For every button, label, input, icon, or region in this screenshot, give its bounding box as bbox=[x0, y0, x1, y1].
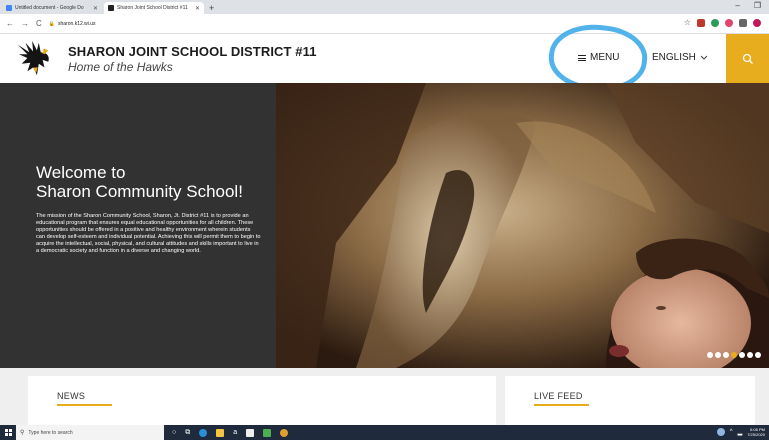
news-underline bbox=[57, 404, 112, 406]
extensions-puzzle-icon[interactable] bbox=[739, 19, 747, 27]
language-label: ENGLISH bbox=[652, 52, 696, 63]
language-selector[interactable]: ENGLISH bbox=[652, 52, 708, 63]
url-field[interactable]: 🔒 sharon.k12.wi.us bbox=[49, 21, 96, 27]
restore-icon[interactable]: ❐ bbox=[754, 1, 761, 10]
browser-address-bar: ← → C 🔒 sharon.k12.wi.us ☆ bbox=[0, 14, 769, 34]
hero-title: Welcome to Sharon Community School! bbox=[36, 163, 266, 201]
hawk-logo-icon[interactable] bbox=[16, 39, 54, 77]
live-feed-title[interactable]: LIVE FEED bbox=[534, 391, 583, 401]
live-feed-card: LIVE FEED bbox=[505, 376, 755, 425]
network-icon[interactable]: ▂ bbox=[738, 429, 743, 436]
extension-icon-pink[interactable] bbox=[725, 19, 733, 27]
carousel-dot[interactable] bbox=[747, 352, 753, 358]
cortana-icon[interactable]: ○ bbox=[172, 429, 176, 436]
extension-icon-red[interactable] bbox=[697, 19, 705, 27]
carousel-dot[interactable] bbox=[715, 352, 721, 358]
weather-icon[interactable] bbox=[716, 428, 725, 436]
content-sections: NEWS LIVE FEED bbox=[0, 368, 769, 425]
carousel-dot[interactable] bbox=[739, 352, 745, 358]
browser-tab-sharon[interactable]: Sharon Joint School District #11 ✕ bbox=[104, 2, 204, 14]
edge-icon[interactable] bbox=[199, 428, 208, 437]
clock-date: 7/25/2020 bbox=[747, 432, 765, 437]
close-tab-icon[interactable]: ✕ bbox=[93, 5, 98, 12]
taskbar-apps: ○ ⧉ a bbox=[172, 428, 289, 437]
hero-banner: Welcome to Sharon Community School! The … bbox=[0, 83, 769, 368]
search-button[interactable] bbox=[726, 34, 769, 83]
carousel-dot[interactable] bbox=[723, 352, 729, 358]
taskbar-search-placeholder: Type here to search bbox=[28, 429, 73, 436]
clock[interactable]: 6:08 PM 7/25/2020 bbox=[747, 427, 765, 437]
cave-photo-illustration bbox=[276, 83, 769, 368]
hero-cave-photo bbox=[276, 83, 769, 368]
store-icon[interactable] bbox=[246, 428, 255, 437]
hero-title-line1: Welcome to bbox=[36, 163, 126, 182]
profile-avatar-icon[interactable] bbox=[753, 19, 761, 27]
bookmark-star-icon[interactable]: ☆ bbox=[684, 19, 691, 27]
minimize-icon[interactable]: – bbox=[735, 1, 739, 10]
carousel-dot-active[interactable] bbox=[731, 352, 737, 358]
hero-title-line2: Sharon Community School! bbox=[36, 182, 243, 201]
chrome-icon[interactable] bbox=[280, 428, 289, 437]
carousel-dot[interactable] bbox=[755, 352, 761, 358]
site-header: SHARON JOINT SCHOOL DISTRICT #11 Home of… bbox=[0, 34, 769, 83]
task-view-icon[interactable]: ⧉ bbox=[185, 429, 190, 437]
photos-icon[interactable] bbox=[263, 428, 272, 437]
hawk-favicon-icon bbox=[108, 5, 114, 11]
tray-chevron-icon[interactable]: ^ bbox=[730, 429, 733, 435]
google-docs-icon bbox=[6, 5, 12, 11]
reload-icon[interactable]: C bbox=[36, 19, 42, 28]
taskbar-search[interactable]: ⚲ Type here to search bbox=[16, 425, 164, 440]
forward-icon[interactable]: → bbox=[21, 19, 29, 28]
extension-icon-green[interactable] bbox=[711, 19, 719, 27]
new-tab-button[interactable]: + bbox=[209, 2, 214, 14]
mission-statement: The mission of the Sharon Community Scho… bbox=[36, 213, 261, 254]
tab-title: Sharon Joint School District #11 bbox=[117, 5, 188, 11]
search-icon: ⚲ bbox=[20, 430, 25, 436]
file-explorer-icon[interactable] bbox=[216, 428, 225, 437]
news-card: NEWS bbox=[28, 376, 496, 425]
news-title[interactable]: NEWS bbox=[57, 391, 85, 401]
browser-tabbar: Untitled document - Google Do ✕ Sharon J… bbox=[0, 0, 769, 14]
close-tab-icon[interactable]: ✕ bbox=[195, 5, 200, 12]
system-tray: ^ ▂ 6:08 PM 7/25/2020 bbox=[716, 427, 765, 437]
windows-logo-icon bbox=[4, 429, 12, 436]
amazon-icon[interactable]: a bbox=[233, 429, 237, 436]
carousel-dots bbox=[707, 352, 761, 358]
start-button[interactable] bbox=[0, 425, 16, 440]
url-text: sharon.k12.wi.us bbox=[58, 20, 96, 27]
window-controls: – ❐ bbox=[735, 1, 761, 10]
live-feed-underline bbox=[534, 404, 589, 406]
lock-icon: 🔒 bbox=[48, 20, 56, 27]
school-tagline: Home of the Hawks bbox=[68, 60, 173, 74]
carousel-dot[interactable] bbox=[707, 352, 713, 358]
browser-tab-google-docs[interactable]: Untitled document - Google Do ✕ bbox=[2, 2, 102, 14]
extensions-area: ☆ bbox=[684, 19, 761, 27]
school-name[interactable]: SHARON JOINT SCHOOL DISTRICT #11 bbox=[68, 44, 317, 59]
search-icon bbox=[742, 53, 753, 64]
tab-title: Untitled document - Google Do bbox=[15, 5, 84, 11]
back-icon[interactable]: ← bbox=[6, 19, 14, 28]
hero-text-panel: Welcome to Sharon Community School! The … bbox=[0, 83, 276, 368]
chevron-down-icon bbox=[700, 55, 708, 60]
windows-taskbar: ⚲ Type here to search ○ ⧉ a ^ ▂ 6:08 PM … bbox=[0, 425, 769, 440]
